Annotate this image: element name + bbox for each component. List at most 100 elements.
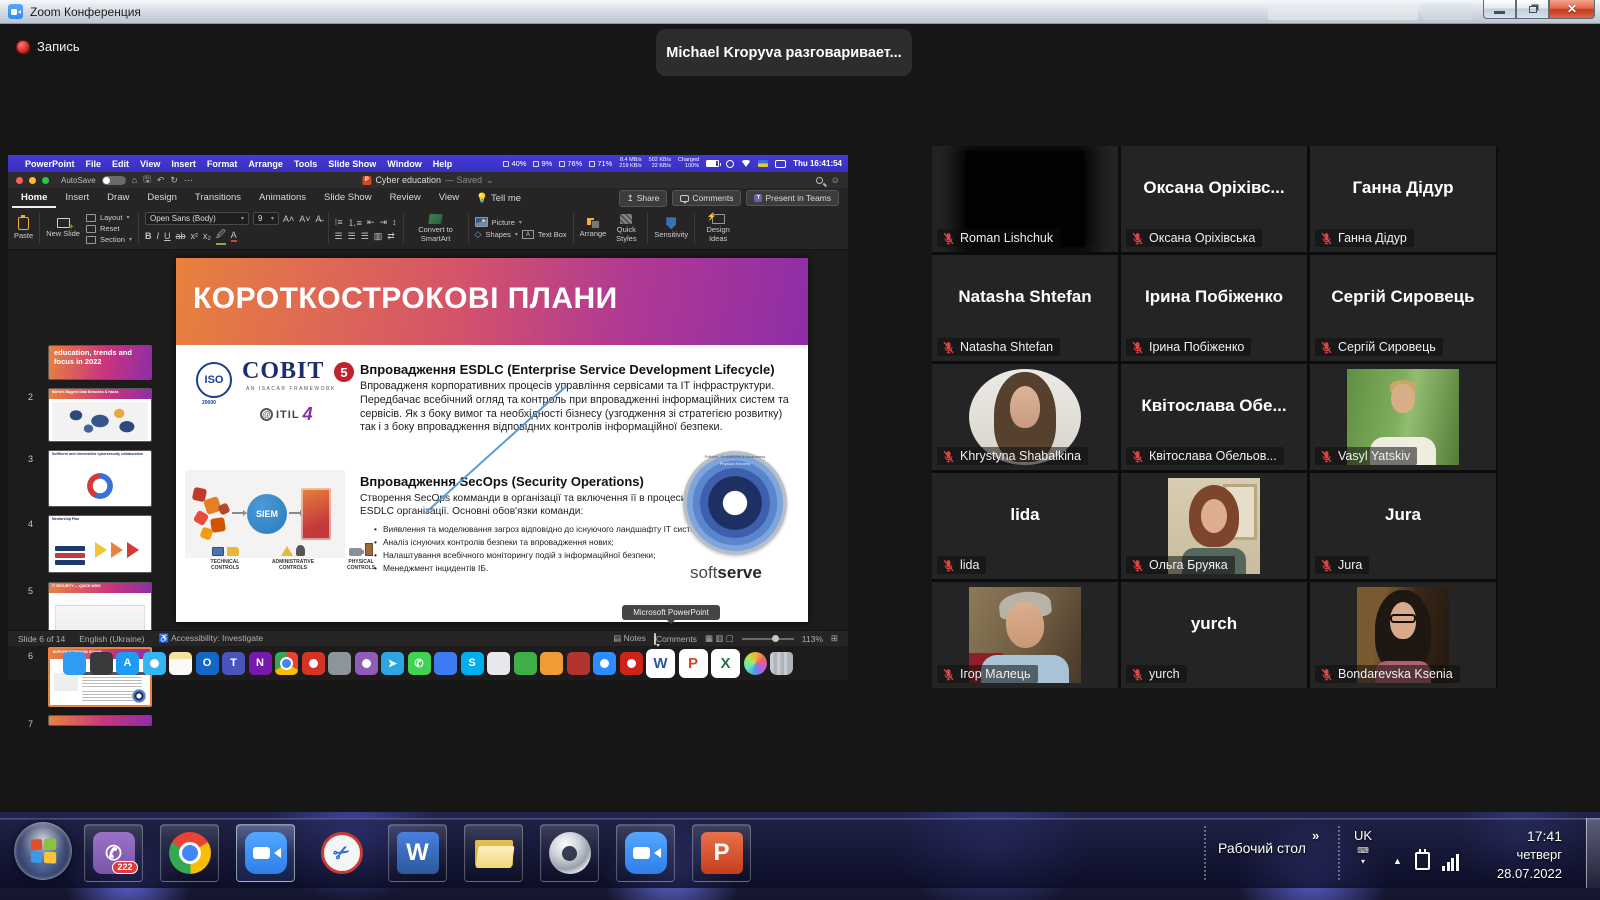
menu-app-name[interactable]: PowerPoint [25,159,75,169]
start-button[interactable] [14,822,72,880]
new-slide-button[interactable]: New Slide [46,218,80,238]
notes-button[interactable]: ▤ Notes [613,633,646,644]
dock-icon-chrome[interactable] [275,652,298,675]
participant-tile[interactable]: Bondarevska Ksenia [1310,582,1496,688]
picture-button[interactable]: Picture▾ [475,217,567,227]
taskbar-clock[interactable]: 17:41 четверг 28.07.2022 [1470,826,1562,884]
highlight-button[interactable]: 🖉 [216,227,226,245]
dock-icon-viber[interactable] [355,652,378,675]
dock-icon-finder[interactable] [63,652,86,675]
clear-format-button[interactable]: A̶ [316,214,322,224]
dock-icon-zoom[interactable] [593,652,616,675]
tab-slide-show[interactable]: Slide Show [315,189,381,208]
mac-clock[interactable]: Thu 16:41:54 [793,159,842,168]
mac-zoom-icon[interactable] [42,177,49,184]
align-left-button[interactable]: ☰ [335,231,343,242]
font-size-select[interactable]: 9▾ [253,212,279,225]
show-hidden-icons-button[interactable]: ▲ [1393,856,1402,866]
power-tray-icon[interactable] [1415,852,1430,870]
menu-file[interactable]: File [86,159,102,169]
zoom-slider[interactable] [742,638,794,640]
dock-icon-photos[interactable] [744,652,767,675]
participant-tile[interactable]: Ігор Малець [932,582,1118,688]
sensitivity-button[interactable]: Sensitivity [654,217,688,239]
battery-icon[interactable] [706,160,719,167]
tab-insert[interactable]: Insert [56,189,98,208]
redo-icon[interactable]: ↻ [170,175,178,186]
comments-button[interactable]: Comments [672,190,741,206]
menu-window[interactable]: Window [387,159,421,169]
mac-close-icon[interactable] [16,177,23,184]
autosave-toggle[interactable] [102,176,126,185]
participant-tile[interactable]: yurchyurch [1121,582,1307,688]
mac-stat[interactable]: 9% [533,159,552,168]
tab-home[interactable]: Home [12,189,56,208]
dock-icon-launchpad[interactable] [90,652,113,675]
toolbar-grip[interactable] [1338,826,1340,880]
dock-icon-acrobat[interactable] [620,652,643,675]
dock-icon-light-app[interactable] [487,652,510,675]
dock-icon-green-app[interactable] [514,652,537,675]
participant-tile[interactable]: lidalida [932,473,1118,579]
zoom-level[interactable]: 113% [802,634,823,644]
tab-review[interactable]: Review [381,189,430,208]
slide-thumbnail-7[interactable] [48,715,152,726]
home-icon[interactable]: ⌂ [132,175,137,185]
menu-view[interactable]: View [140,159,160,169]
section-button[interactable]: Section▾ [86,235,132,244]
align-right-button[interactable]: ☰ [361,231,369,242]
convert-to-smartart-button[interactable]: Convert to SmartArt [410,214,462,243]
numbering-button[interactable]: ⒈≡ [348,216,362,229]
participant-tile[interactable]: Ірина ПобіженкоІрина Побіженко [1121,255,1307,361]
tab-design[interactable]: Design [138,189,186,208]
participant-tile[interactable]: Natasha ShtefanNatasha Shtefan [932,255,1118,361]
tell-me[interactable]: 💡Tell me [468,193,529,204]
dock-icon-messages[interactable] [434,652,457,675]
dock-icon-orange-app[interactable] [540,652,563,675]
save-icon[interactable]: 🖫 [143,172,151,188]
participant-tile[interactable]: Khrystyna Shabalkina [932,364,1118,470]
tab-view[interactable]: View [430,189,468,208]
participant-tile[interactable]: Оксана Оріхівс...Оксана Оріхівська [1121,146,1307,252]
dock-icon-media-red[interactable] [302,652,325,675]
taskbar-snipping-tool[interactable]: ✂ [312,824,371,882]
slide-canvas[interactable]: КОРОТКОСТРОКОВІ ПЛАНИ ISO 20000 COBIT 5 … [176,258,808,622]
mac-stat[interactable]: 40% [503,159,526,168]
language-status[interactable]: English (Ukraine) [79,634,144,644]
recording-indicator[interactable]: Запись [17,39,80,54]
outdent-button[interactable]: ⇤ [367,217,375,228]
more-icon[interactable]: ⋯ [184,175,193,186]
menu-format[interactable]: Format [207,159,238,169]
restore-button[interactable] [1516,0,1549,19]
undo-icon[interactable]: ↶ [157,175,165,186]
participant-tile[interactable]: Сергій СировецьСергій Сировець [1310,255,1496,361]
slide-thumbnail-3[interactable]: SoftServe and Universities cybersecurity… [48,450,152,507]
taskbar-viber[interactable]: ✆222 [84,824,143,882]
arrange-button[interactable]: Arrange [580,218,607,238]
indent-button[interactable]: ⇥ [379,217,387,228]
taskbar-zoom-meeting[interactable] [616,824,675,882]
taskbar-file-explorer[interactable] [464,824,523,882]
underline-button[interactable]: U [164,231,171,241]
dock-icon-safari[interactable] [143,652,166,675]
bold-button[interactable]: B [145,231,152,241]
menu-insert[interactable]: Insert [171,159,196,169]
participant-tile[interactable]: JuraJura [1310,473,1496,579]
line-spacing-button[interactable]: ↕ [392,217,397,227]
toolbar-grip[interactable] [1204,826,1206,880]
slide-thumbnail-1[interactable]: education, trends and focus in 2022 [48,345,152,380]
tab-draw[interactable]: Draw [98,189,138,208]
minimize-button[interactable] [1483,0,1516,19]
dock-icon-notes[interactable] [169,652,192,675]
tab-animations[interactable]: Animations [250,189,315,208]
menu-slide-show[interactable]: Slide Show [328,159,376,169]
strikethrough-button[interactable]: ab [176,231,186,241]
input-source-icon[interactable] [758,160,768,167]
view-buttons[interactable]: ▦ ▥ ▢ [705,633,734,644]
participant-tile[interactable]: Vasyl Yatskiv [1310,364,1496,470]
menu-tools[interactable]: Tools [294,159,317,169]
grow-font-button[interactable]: A˄ [283,214,294,224]
share-button[interactable]: ↥ Share [619,190,668,207]
fit-slide-button[interactable]: ⊞ [831,633,838,644]
close-button[interactable]: ✕ [1549,0,1595,19]
